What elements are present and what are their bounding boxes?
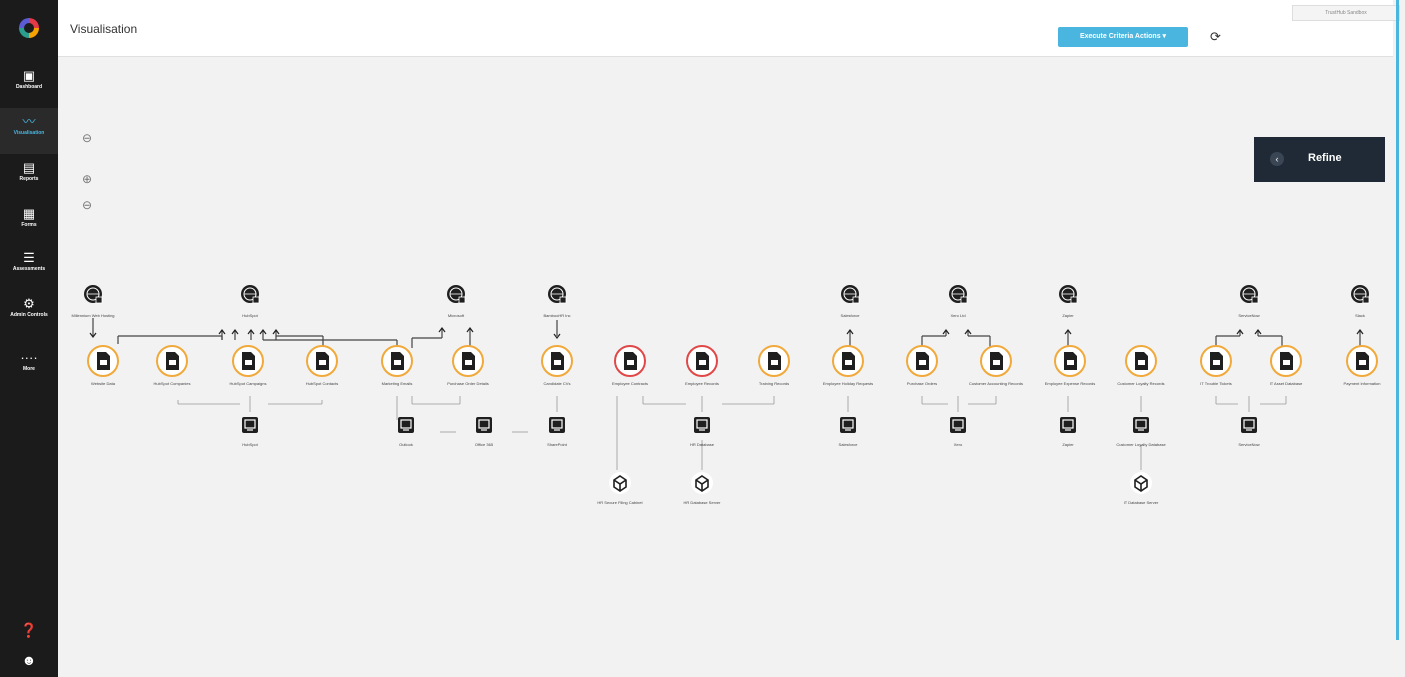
record-label: Employee Expense Records [1045,381,1095,386]
document-icon [919,360,926,365]
vendor-label: HubSpot [242,313,258,318]
building-icon [1362,296,1370,304]
help-icon[interactable]: ❓ [0,622,58,639]
document-icon [627,360,634,365]
top-bar: Visualisation Execute Criteria Actions ▾… [58,0,1400,57]
more-icon: ···· [20,350,38,365]
document-icon [319,360,326,365]
record-label: Customer Accounting Records [969,381,1023,386]
report-icon: ▤ [22,160,36,175]
building-icon [1251,296,1259,304]
record-label: Candidate CVs [544,381,571,386]
building-icon [458,296,466,304]
sidebar-item-label: Reports [19,176,39,182]
document-icon [771,360,778,365]
record-label: IT Trouble Tickets [1200,381,1232,386]
record-label: Purchase Order Details [447,381,489,386]
sidebar-item-admin-controls[interactable]: ⚙ Admin Controls [0,290,58,340]
user-icon[interactable]: ☻ [0,652,58,668]
system-label: Zapier [1062,442,1074,447]
document-icon [1138,360,1145,365]
building-icon [852,296,860,304]
scrollbar[interactable] [1396,0,1399,640]
record-label: HubSpot Campaigns [230,381,267,386]
sidebar-item-label: More [23,366,35,372]
record-label: Customer Loyalty Records [1117,381,1164,386]
sidebar-item-reports[interactable]: ▤ Reports [0,154,58,200]
document-icon [1283,360,1290,365]
sidebar-item-visualisation[interactable]: 〰 Visualisation [0,108,58,154]
document-icon [699,360,706,365]
document-icon [1359,360,1366,365]
record-label: Training Records [759,381,789,386]
record-label: IT Asset Database [1270,381,1303,386]
document-icon [1067,360,1074,365]
datastore-label: HR Secure Filing Cabinet [597,500,643,505]
sidebar-item-label: Dashboard [15,84,43,90]
refresh-icon[interactable]: ⟳ [1210,29,1221,45]
app-logo[interactable] [19,18,39,38]
sidebar-item-forms[interactable]: ▦ Forms [0,200,58,246]
sidebar-item-label: Forms [21,222,37,228]
dashboard-icon: ▣ [22,68,36,83]
building-icon [559,296,567,304]
chart-line-icon: 〰 [22,114,36,129]
building-icon [252,296,260,304]
data-map-graph[interactable]: Millennium Web Hosting HubSpot Microsoft Ba… [58,56,1393,656]
vendor-label: BambooHR Inc [543,313,570,318]
system-label: HR Database [690,442,715,447]
system-label: Office 365 [475,442,494,447]
sidebar-item-assessments[interactable]: ☰ Assessments [0,244,58,290]
record-label: Payment Information [1344,381,1381,386]
record-label: Purchase Orders [907,381,937,386]
document-icon [993,360,1000,365]
system-label: Salesforce [839,442,859,447]
sidebar-item-more[interactable]: ···· More [0,344,58,390]
assessments-icon: ☰ [23,250,35,265]
system-label: SharePoint [547,442,568,447]
record-label: Employee Contracts [612,381,648,386]
sidebar-item-label: Visualisation [13,130,45,136]
sidebar-item-label: Admin Controls [10,312,48,318]
vendor-label: Salesforce [841,313,861,318]
gear-icon: ⚙ [23,296,35,311]
document-icon [1213,360,1220,365]
building-icon [95,296,103,304]
vendor-label: Zapier [1062,313,1074,318]
vendor-label: Xero Ltd [950,313,965,318]
building-icon [960,296,968,304]
system-label: Xero [954,442,963,447]
sidebar: ▣ Dashboard 〰 Visualisation ▤ Reports ▦ … [0,0,58,677]
forms-icon: ▦ [22,206,36,221]
vendor-label: Millennium Web Hosting [71,313,114,318]
record-label: HubSpot Contacts [306,381,338,386]
record-label: Marketing Emails [382,381,413,386]
sidebar-item-dashboard[interactable]: ▣ Dashboard [0,62,58,108]
document-icon [169,360,176,365]
record-label: HubSpot Companies [154,381,191,386]
page-title: Visualisation [70,22,138,36]
system-label: ServiceNow [1238,442,1259,447]
execute-criteria-actions-button[interactable]: Execute Criteria Actions ▾ [1058,27,1188,47]
document-icon [394,360,401,365]
document-icon [465,360,472,365]
sidebar-item-label: Assessments [12,266,46,272]
record-label: Employee Records [685,381,719,386]
document-icon [845,360,852,365]
vendor-label: Microsoft [448,313,465,318]
document-icon [554,360,561,365]
tenant-label[interactable]: TrustHub Sandbox [1292,5,1400,21]
vendor-label: ServiceNow [1238,313,1259,318]
system-label: HubSpot [242,442,258,447]
record-label: Website Data [91,381,116,386]
system-label: Customer Loyalty Database [1116,442,1166,447]
document-icon [100,360,107,365]
datastore-label: HR Database Server [684,500,722,505]
record-label: Employee Holiday Requests [823,381,873,386]
vendor-label: Slack [1355,313,1365,318]
document-icon [245,360,252,365]
building-icon [1070,296,1078,304]
system-label: Outlook [399,442,413,447]
datastore-label: IT Database Server [1124,500,1159,505]
